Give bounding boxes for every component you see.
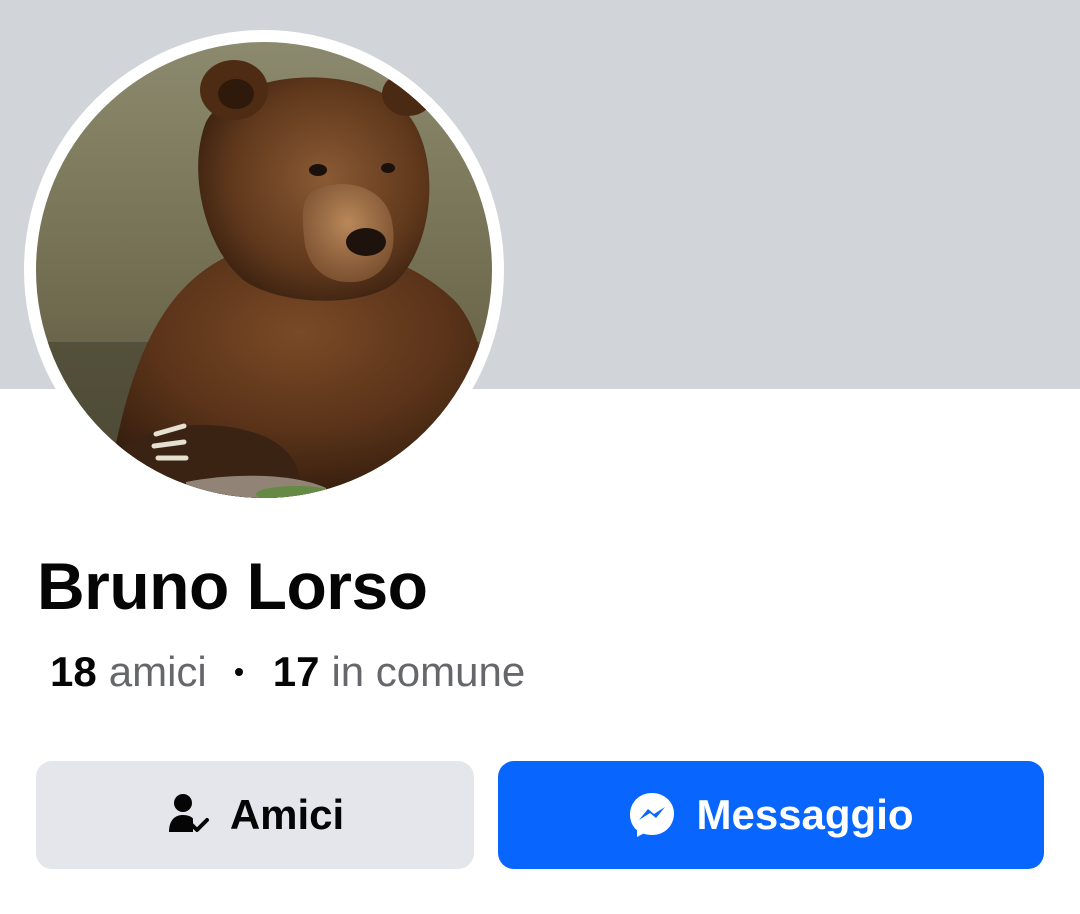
friends-button[interactable]: Amici: [36, 761, 474, 869]
avatar[interactable]: [36, 42, 492, 498]
mutual-friends-label[interactable]: in comune: [331, 648, 525, 696]
friends-button-label: Amici: [229, 791, 345, 838]
bear-photo: [36, 42, 492, 498]
friend-check-icon: [166, 792, 212, 838]
message-button-label: Messaggio: [696, 791, 914, 838]
separator-dot: [234, 668, 243, 676]
message-button[interactable]: Messaggio: [498, 761, 1044, 869]
profile-stats: 18 amici 17 in comune: [50, 648, 525, 696]
profile-name: Bruno Lorso: [37, 549, 428, 623]
friends-count[interactable]: 18: [50, 648, 97, 696]
messenger-icon: [628, 791, 676, 839]
mutual-friends-count[interactable]: 17: [273, 648, 320, 696]
friends-label[interactable]: amici: [109, 648, 207, 696]
profile-page: Bruno Lorso 18 amici 17 in comune Amici …: [0, 0, 1080, 914]
